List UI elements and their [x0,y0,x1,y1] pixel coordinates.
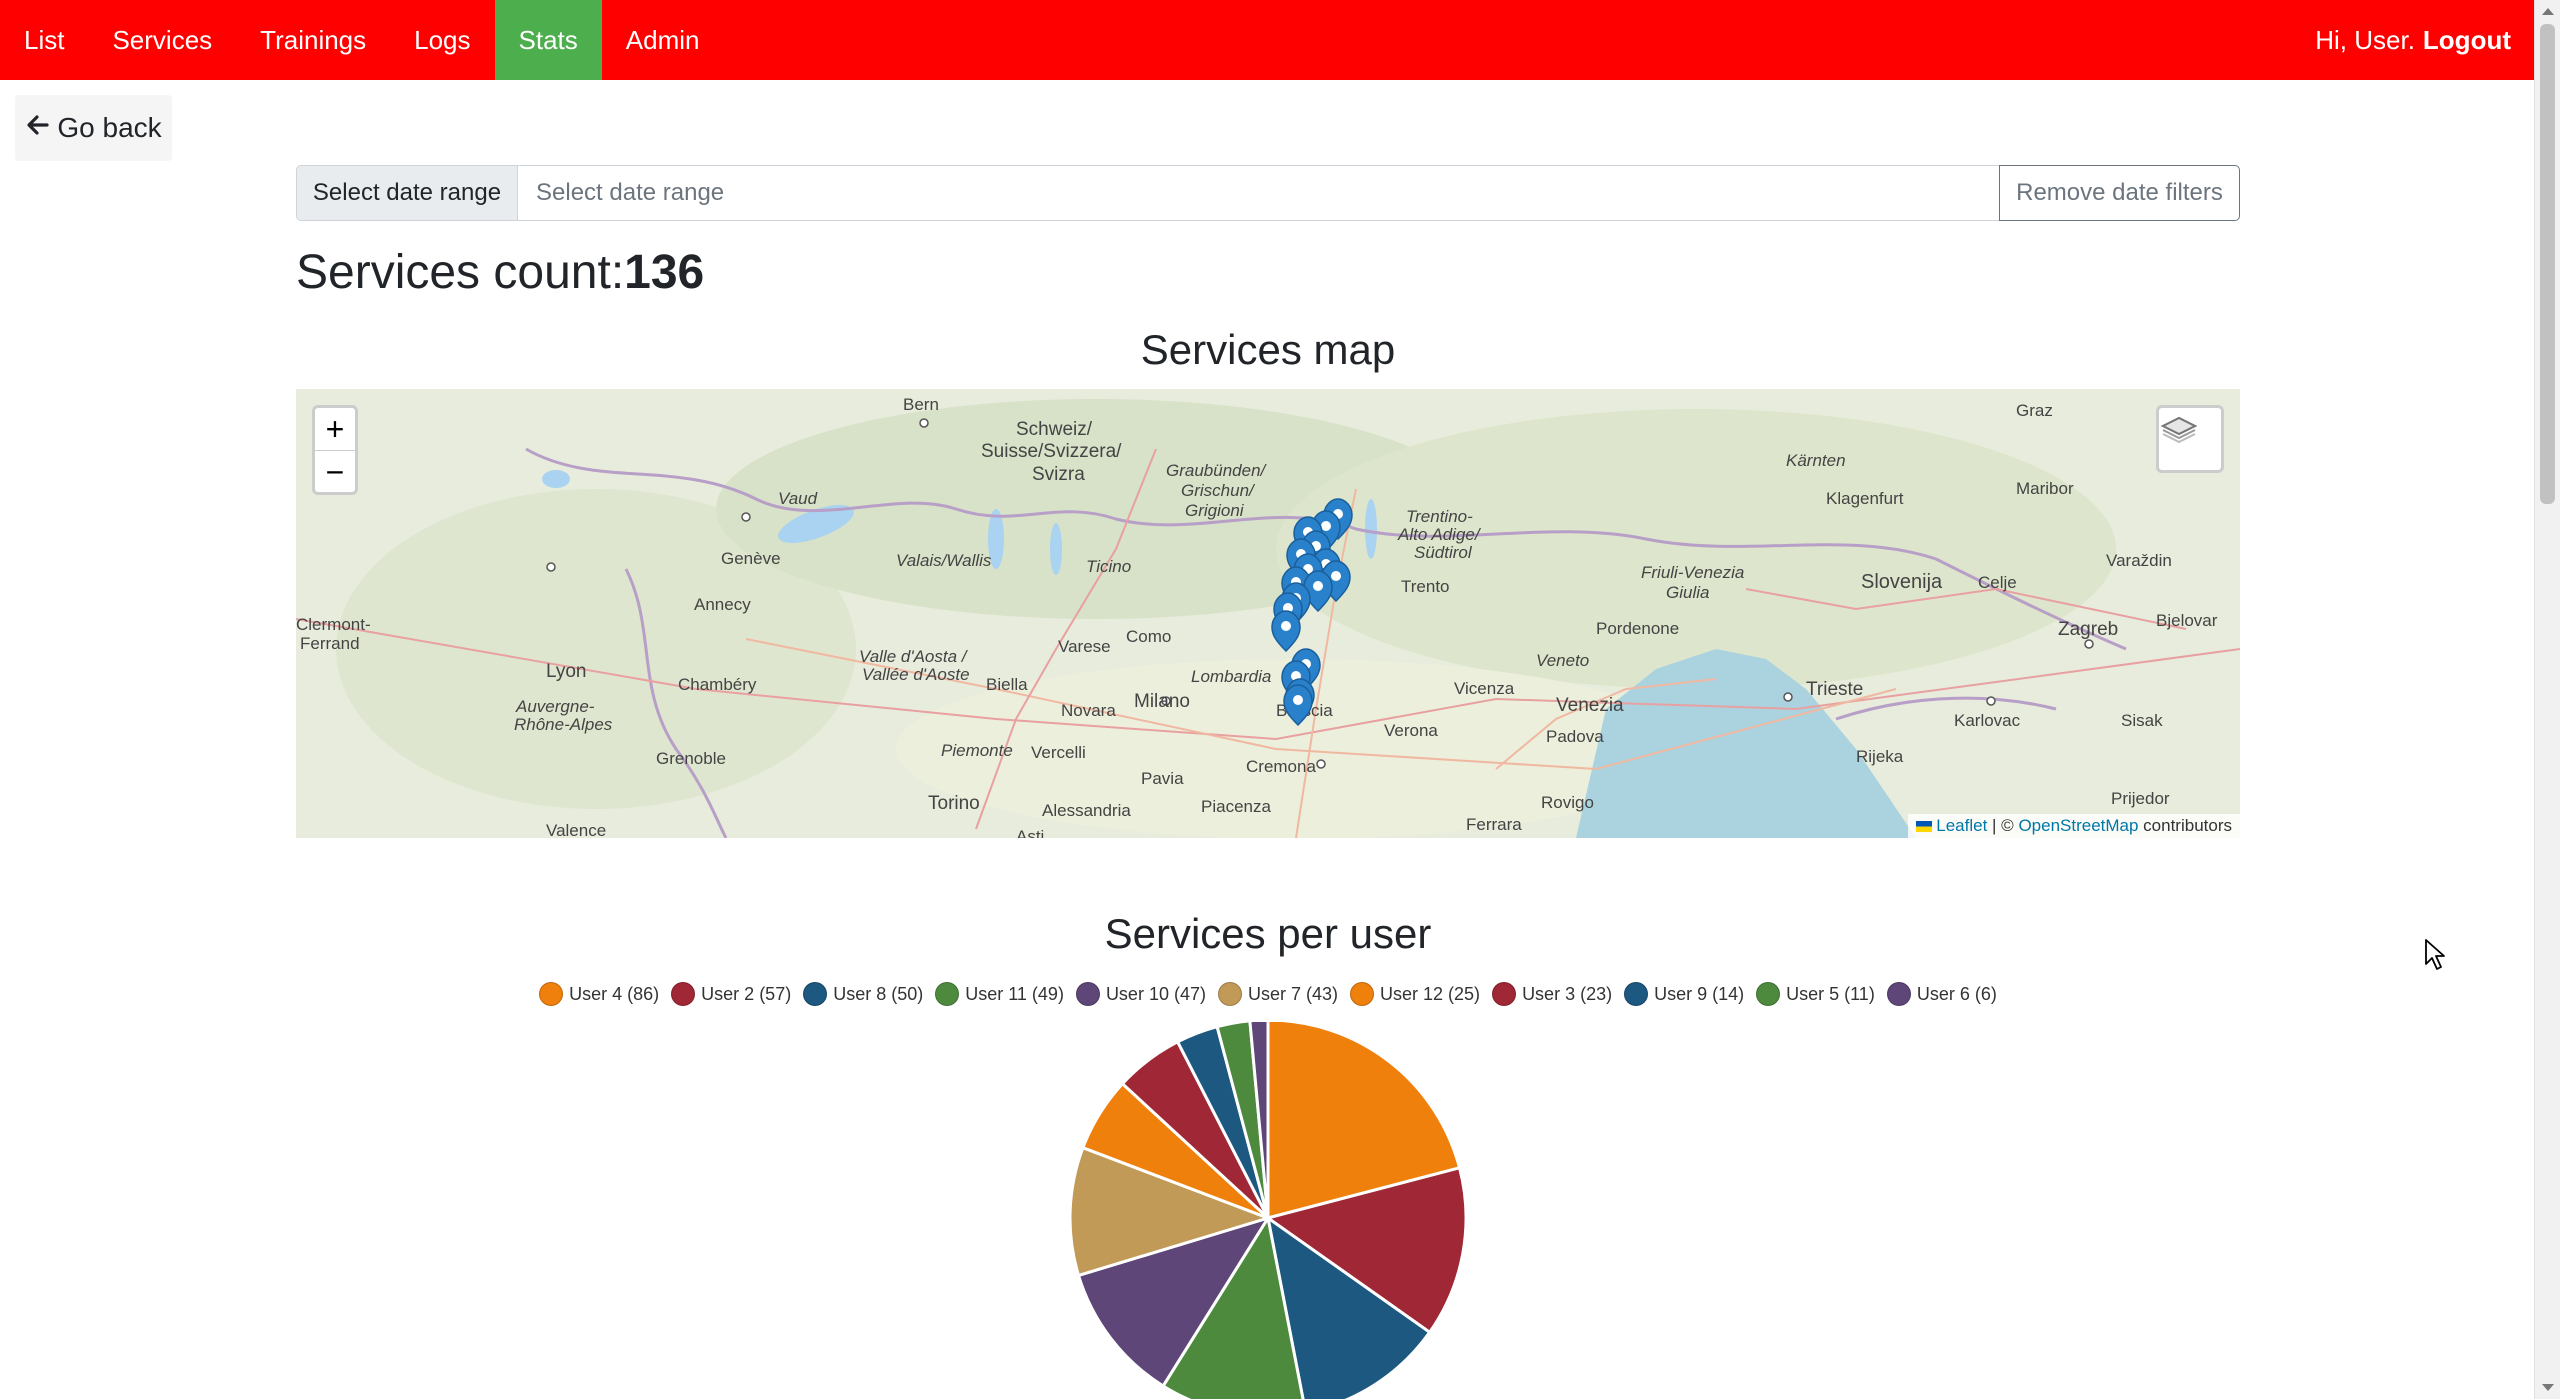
legend-label: User 12 (25) [1380,983,1481,1004]
date-range-input[interactable] [518,165,1999,221]
scrollbar-thumb[interactable] [2540,24,2555,504]
services-count-label: Services count: [296,246,625,299]
top-navbar: List Services Trainings Logs Stats Admin… [0,0,2535,80]
leaflet-link[interactable]: Leaflet [1936,816,1987,835]
map-marker-icon[interactable] [1271,610,1301,652]
legend-item[interactable]: User 2 (57) [671,982,791,1006]
remove-date-filters-button[interactable]: Remove date filters [1999,165,2240,221]
scroll-down-arrow-icon[interactable] [2542,1384,2554,1391]
services-per-user-title: Services per user [1104,910,1432,957]
scroll-up-arrow-icon[interactable] [2542,8,2554,15]
legend-swatch [1886,982,1911,1006]
attribution-suffix: contributors [2138,816,2232,835]
legend-swatch [1624,982,1649,1006]
attribution-separator: | © [1987,816,2019,835]
legend-swatch [1350,982,1375,1006]
legend-label: User 11 (49) [965,983,1064,1004]
legend-item[interactable]: User 9 (14) [1624,982,1744,1006]
legend-item[interactable]: User 6 (6) [1886,982,1997,1006]
legend-label: User 7 (43) [1247,983,1339,1004]
legend-label: User 6 (6) [1916,983,1997,1004]
legend-item[interactable]: User 10 (47) [1075,982,1206,1006]
legend-swatch [539,982,564,1006]
legend-swatch [935,982,960,1006]
legend-item[interactable]: User 11 (49) [935,982,1064,1006]
page-scrollbar[interactable] [2534,0,2560,1399]
openstreetmap-link[interactable]: OpenStreetMap [2018,816,2138,835]
user-area: Hi, User. Logout [2315,0,2511,80]
nav-trainings[interactable]: Trainings [236,0,390,80]
map-attribution: Leaflet | © OpenStreetMap contributors [1908,814,2240,838]
legend-item[interactable]: User 3 (23) [1492,982,1612,1006]
legend-label: User 5 (11) [1786,983,1875,1004]
legend-label: User 8 (50) [833,983,924,1004]
go-back-label: Go back [57,112,162,143]
legend-label: User 3 (23) [1522,983,1613,1004]
legend-label: User 2 (57) [701,983,792,1004]
map-zoom-control: + − [312,405,358,495]
date-range-label: Select date range [296,165,518,221]
nav-admin[interactable]: Admin [602,0,724,80]
logout-link[interactable]: Logout [2423,25,2511,56]
nav-services[interactable]: Services [88,0,236,80]
mouse-cursor-icon [2425,939,2445,970]
user-greeting: Hi, User. [2315,24,2415,55]
legend-label: User 9 (14) [1654,983,1745,1004]
nav-stats[interactable]: Stats [494,0,602,80]
map-marker-icon[interactable] [1283,684,1313,726]
legend-item[interactable]: User 12 (25) [1350,982,1480,1006]
services-per-user-pie-chart [1068,1022,1468,1399]
services-map-title: Services map [1140,326,1396,373]
arrow-left-icon [25,112,49,144]
ukraine-flag-icon [1916,821,1933,833]
pie-legend: User 4 (86) User 2 (57) User 8 (50) User 11… [296,982,2240,1006]
services-map[interactable]: Bern Schweiz/ Suisse/Svizzera/ Svizra Gr… [296,389,2240,838]
legend-item[interactable]: User 7 (43) [1217,982,1339,1006]
legend-swatch [803,982,828,1006]
legend-item[interactable]: User 5 (11) [1756,982,1875,1006]
layers-icon [2160,416,2198,444]
legend-label: User 10 (47) [1105,983,1206,1004]
layers-button[interactable] [2156,405,2224,473]
legend-swatch [1217,982,1242,1006]
go-back-button[interactable]: Go back [15,95,172,161]
legend-swatch [1756,982,1781,1006]
nav-logs[interactable]: Logs [390,0,494,80]
zoom-out-button[interactable]: − [315,450,355,493]
legend-label: User 4 (86) [569,983,660,1004]
legend-swatch [1075,982,1100,1006]
zoom-in-button[interactable]: + [315,408,355,450]
legend-item[interactable]: User 8 (50) [803,982,923,1006]
date-range-filter: Select date range Remove date filters [296,165,2240,221]
map-markers[interactable] [296,389,2240,838]
nav-list[interactable]: List [0,0,88,80]
services-count-value: 136 [624,246,705,299]
services-count: Services count:136 [296,245,704,300]
legend-swatch [671,982,696,1006]
legend-swatch [1492,982,1517,1006]
legend-item[interactable]: User 4 (86) [539,982,659,1006]
